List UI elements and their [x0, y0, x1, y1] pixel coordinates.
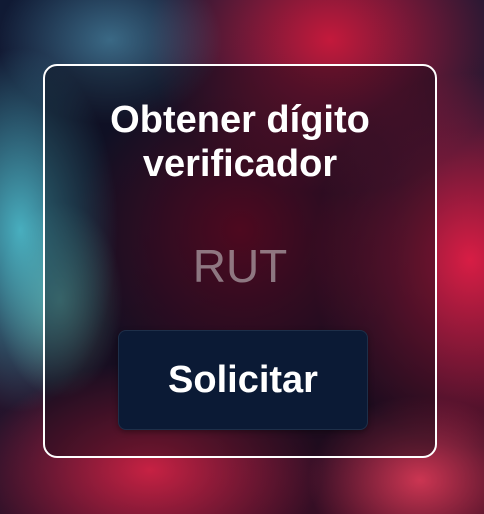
rut-form-card: Obtener dígito verificador Solicitar — [43, 64, 437, 458]
form-title-line-2: verificador — [142, 143, 338, 185]
rut-input[interactable] — [75, 234, 405, 298]
form-title-line-1: Obtener dígito — [110, 99, 370, 141]
submit-button[interactable]: Solicitar — [118, 330, 368, 430]
form-title: Obtener dígito verificador — [45, 98, 435, 186]
